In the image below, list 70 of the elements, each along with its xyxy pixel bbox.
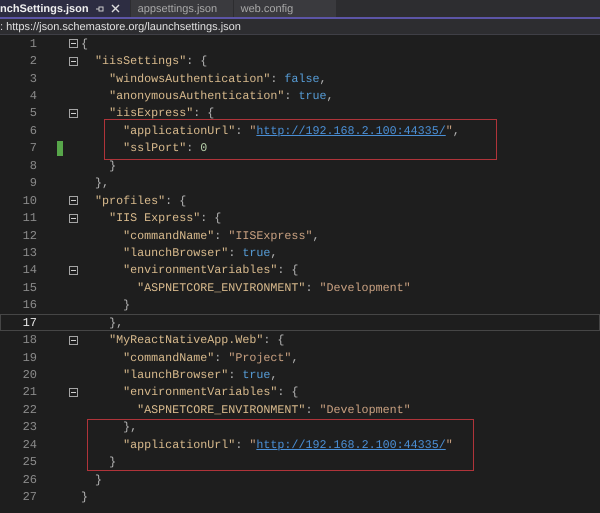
code-line: "sslPort": 0	[123, 141, 208, 156]
collapse-icon[interactable]	[68, 39, 78, 48]
line-number: 5	[28, 106, 37, 120]
code-line: "iisSettings": {	[95, 54, 208, 68]
code-line: }	[123, 298, 130, 312]
code-line: "profiles": {	[95, 194, 186, 208]
line-number: 7	[28, 141, 37, 156]
code-line: }	[81, 490, 88, 504]
code-line: }	[109, 158, 116, 173]
url-link[interactable]: http://192.168.2.100:44335/	[256, 124, 446, 138]
line-number: 10	[22, 194, 37, 208]
pin-icon[interactable]	[94, 4, 105, 14]
code-line: "launchBrowser": true,	[123, 246, 278, 260]
collapse-icon[interactable]	[68, 266, 78, 275]
code-line: "commandName": "Project",	[123, 350, 298, 365]
file-tab[interactable]: appsettings.json	[130, 0, 233, 17]
code-line: },	[109, 316, 124, 330]
line-number: 22	[22, 402, 37, 417]
line-number: 15	[22, 280, 37, 295]
code-line: "ASPNETCORE_ENVIRONMENT": "Development"	[137, 402, 411, 417]
line-number: 11	[22, 211, 37, 226]
line-number: 20	[22, 368, 37, 382]
line-number: 4	[28, 89, 37, 104]
line-number: 23	[22, 420, 37, 434]
close-icon[interactable]	[110, 4, 120, 13]
line-number: 2	[28, 54, 37, 68]
code-line: "iisExpress": {	[109, 106, 214, 120]
code-line: {	[81, 36, 88, 51]
line-number: 14	[22, 263, 37, 278]
collapse-icon[interactable]	[68, 196, 78, 206]
code-line: "anonymousAuthentication": true,	[109, 89, 334, 104]
line-number: 16	[22, 298, 37, 312]
collapse-icon[interactable]	[68, 108, 78, 118]
line-number: 26	[22, 472, 37, 487]
collapse-icon[interactable]	[68, 336, 78, 345]
code-line: "windowsAuthentication": false,	[109, 72, 327, 86]
line-number: 17	[22, 316, 37, 330]
file-tab[interactable]: nchSettings.json	[0, 0, 130, 17]
collapse-icon[interactable]	[68, 214, 78, 223]
line-number: 24	[22, 438, 37, 452]
url-link[interactable]: http://192.168.2.100:44335/	[256, 438, 446, 452]
code-line: "environmentVariables": {	[123, 263, 298, 278]
code-line: "launchBrowser": true,	[123, 368, 278, 382]
code-line: },	[123, 420, 138, 434]
line-number: 18	[22, 333, 37, 348]
code-line: "environmentVariables": {	[123, 385, 298, 400]
code-line: }	[109, 455, 116, 470]
line-number: 9	[28, 176, 37, 190]
line-number: 19	[22, 350, 37, 365]
line-number: 13	[22, 246, 37, 260]
collapse-icon[interactable]	[68, 56, 78, 66]
code-line: "IIS Express": {	[109, 211, 222, 226]
line-number: 25	[22, 455, 37, 470]
code-line: },	[95, 176, 110, 190]
collapse-icon[interactable]	[68, 388, 78, 397]
code-line: "ASPNETCORE_ENVIRONMENT": "Development"	[137, 280, 411, 295]
line-number: 6	[28, 124, 37, 138]
line-number: 8	[28, 158, 37, 173]
line-number: 1	[28, 36, 37, 51]
file-tab[interactable]: web.config	[234, 0, 336, 17]
code-line: "MyReactNativeApp.Web": {	[109, 333, 284, 348]
schema-url: : https://json.schemastore.org/launchsettings.json	[0, 20, 241, 32]
code-line: "commandName": "IISExpress",	[123, 228, 320, 243]
code-line: }	[95, 472, 102, 487]
code-line: "applicationUrl": "http://192.168.2.100:44335/",	[123, 124, 460, 138]
line-number: 12	[22, 228, 37, 243]
line-number: 27	[22, 490, 37, 504]
line-number: 21	[22, 385, 37, 400]
code-line: "applicationUrl": "http://192.168.2.100:44335/"	[123, 438, 453, 452]
line-number: 3	[28, 72, 37, 86]
